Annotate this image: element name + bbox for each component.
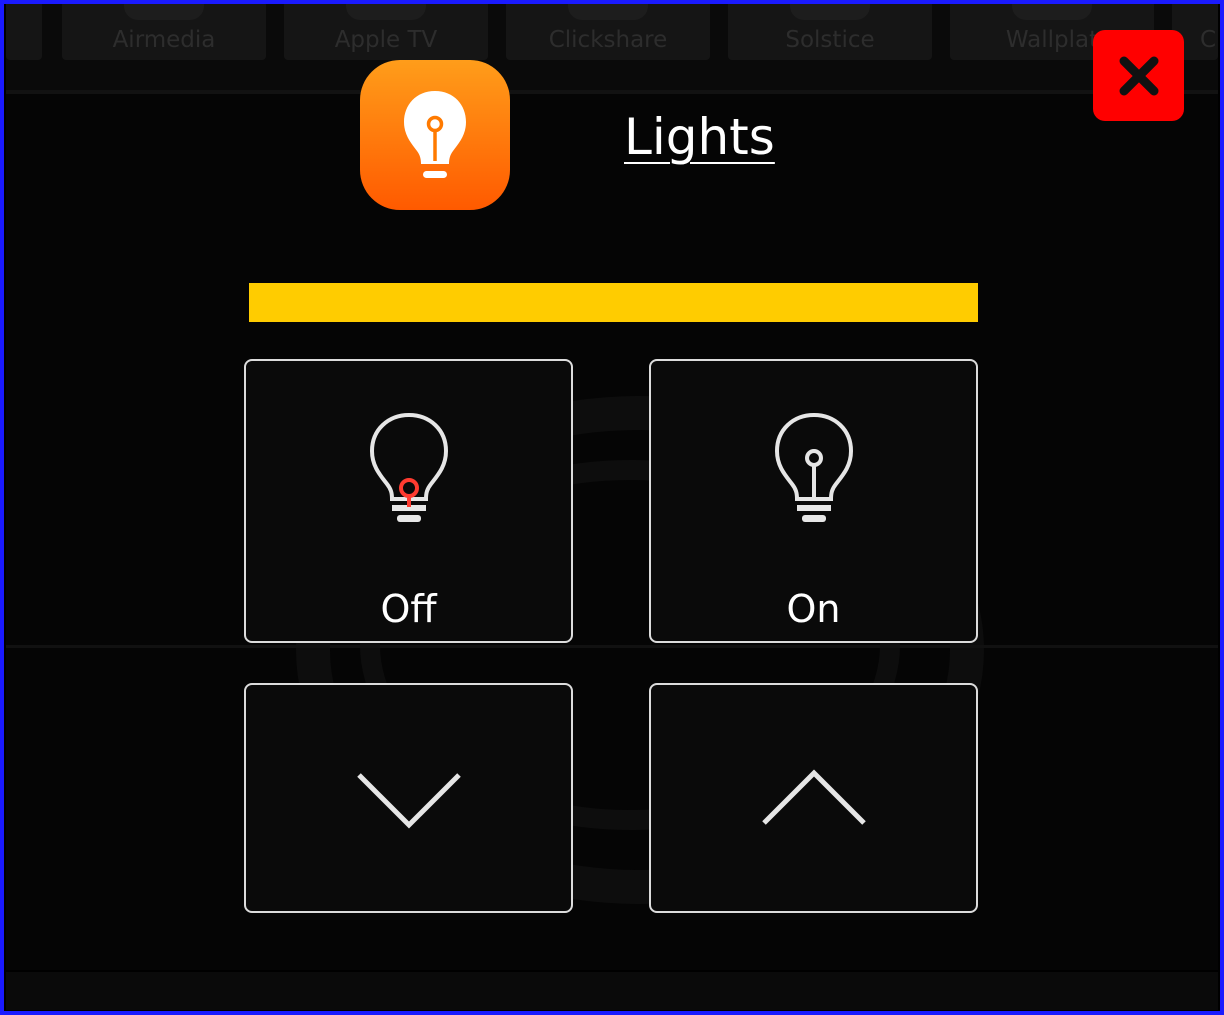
background-app-tile xyxy=(6,0,42,60)
close-icon xyxy=(1119,56,1158,95)
chevron-up-icon xyxy=(762,769,866,825)
lights-off-button[interactable]: Off xyxy=(244,359,573,643)
background-app-tile: Solstice xyxy=(728,0,932,60)
dialog-title: Lights xyxy=(624,108,775,166)
background-app-tile: Clickshare xyxy=(506,0,710,60)
lights-off-label: Off xyxy=(380,587,437,631)
background-app-strip: Airmedia Apple TV Clickshare Solstice Wa… xyxy=(6,0,1218,90)
dim-down-button[interactable] xyxy=(244,683,573,913)
close-button[interactable] xyxy=(1093,30,1184,121)
light-level-bar[interactable] xyxy=(249,283,978,322)
dim-up-button[interactable] xyxy=(649,683,978,913)
background-app-tile: Apple TV xyxy=(284,0,488,60)
lights-on-label: On xyxy=(786,587,841,631)
background-divider xyxy=(6,645,1218,648)
lightbulb-off-icon xyxy=(369,412,449,522)
lightbulb-icon xyxy=(360,60,510,210)
background-app-tile: Airmedia xyxy=(62,0,266,60)
background-footer xyxy=(6,972,1218,1010)
chevron-down-icon xyxy=(357,773,461,829)
lightbulb-on-icon xyxy=(774,412,854,522)
light-level-fill xyxy=(249,283,978,322)
lights-on-button[interactable]: On xyxy=(649,359,978,643)
